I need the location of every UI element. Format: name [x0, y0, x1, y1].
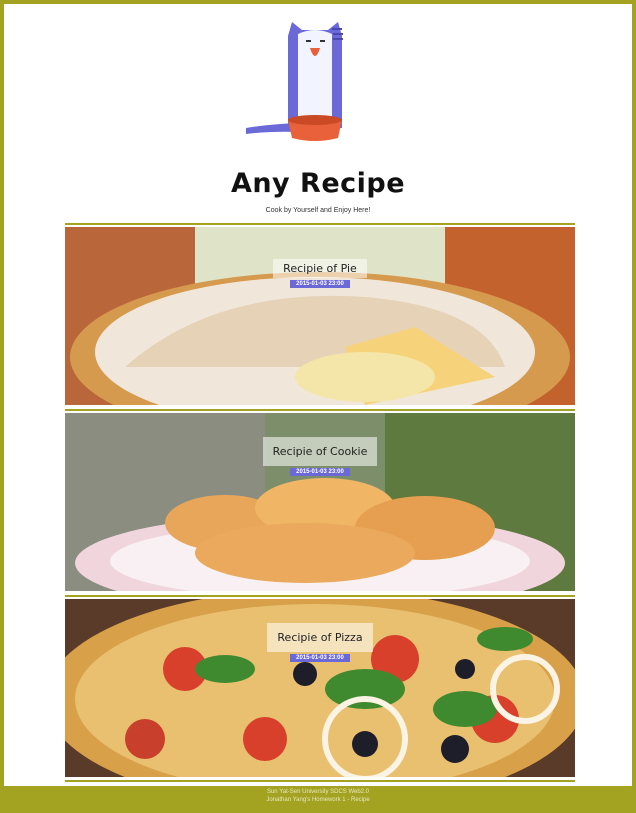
divider	[65, 595, 575, 597]
footer-line: Jonathan Yang's Homework 1 - Recipe	[266, 797, 370, 803]
recipe-date: 2015-01-03 23:00	[290, 654, 350, 662]
recipe-title[interactable]: Recipie of Cookie	[262, 437, 378, 466]
recipe-caption: Recipie of Pizza 2015-01-03 23:00	[65, 623, 575, 662]
footer-line: Sun Yat-Sen University SDCS Web2.0	[266, 789, 370, 795]
recipe-card-pie[interactable]: Recipie of Pie 2015-01-03 23:00	[65, 227, 575, 405]
recipe-date: 2015-01-03 23:00	[290, 468, 350, 476]
footer: Sun Yat-Sen University SDCS Web2.0 Jonat…	[0, 788, 636, 804]
pie-photo	[65, 227, 575, 405]
recipe-date: 2015-01-03 23:00	[290, 280, 350, 288]
recipe-card-cookie[interactable]: Recipie of Cookie 2015-01-03 23:00	[65, 413, 575, 591]
recipe-caption: Recipie of Cookie 2015-01-03 23:00	[65, 437, 575, 476]
recipe-caption: Recipie of Pie 2015-01-03 23:00	[65, 259, 575, 288]
site-title: Any Recipe	[230, 168, 406, 199]
site-subtitle: Cook by Yourself and Enjoy Here!	[265, 207, 371, 214]
recipe-title[interactable]: Recipie of Pizza	[267, 623, 373, 652]
cat-logo-icon	[246, 22, 343, 141]
page: Any Recipe Cook by Yourself and Enjoy He…	[4, 4, 632, 786]
divider	[65, 780, 575, 782]
recipe-card-pizza[interactable]: Recipie of Pizza 2015-01-03 23:00	[65, 599, 575, 777]
divider	[65, 223, 575, 225]
divider	[65, 409, 575, 411]
recipe-title[interactable]: Recipie of Pie	[273, 259, 367, 278]
